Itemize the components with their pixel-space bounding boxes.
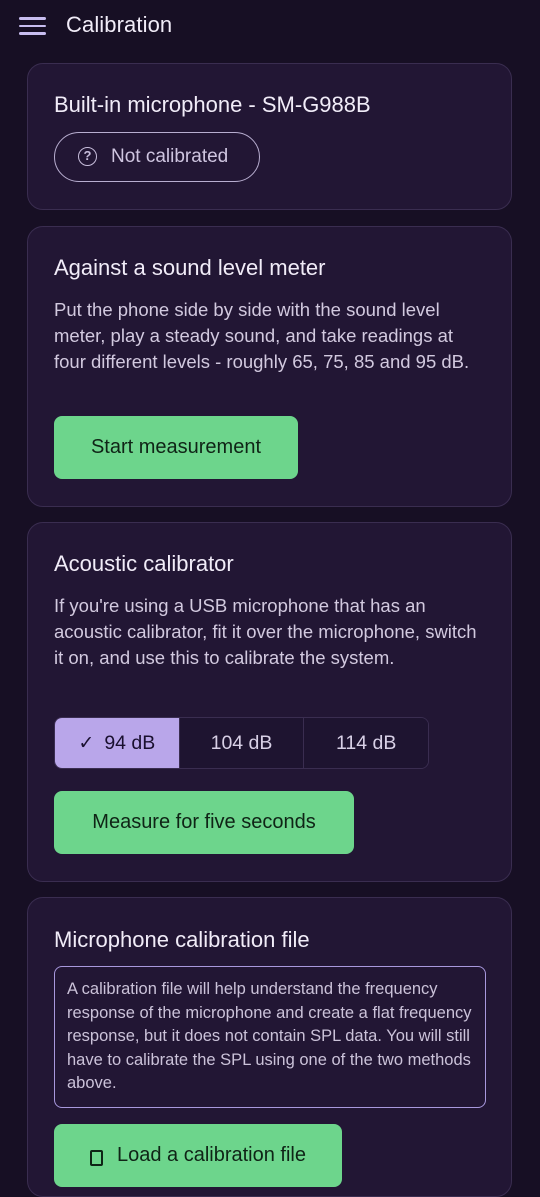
segment-94-db[interactable]: ✓ 94 dB (55, 718, 179, 768)
load-calibration-file-button[interactable]: Load a calibration file (54, 1124, 342, 1187)
hamburger-menu-icon[interactable] (19, 17, 46, 35)
calibration-file-title: Microphone calibration file (54, 927, 310, 952)
load-calibration-file-label: Load a calibration file (116, 1144, 306, 1166)
measure-five-seconds-button[interactable]: Measure for five seconds (54, 791, 354, 854)
acoustic-calibrator-card: Acoustic calibrator If you're using a US… (27, 522, 512, 882)
acoustic-title: Acoustic calibrator (54, 551, 234, 576)
segment-104-db[interactable]: 104 dB (178, 718, 304, 768)
sound-meter-description: Put the phone side by side with the soun… (54, 299, 470, 372)
page-title: Calibration (66, 12, 173, 37)
calibration-status-chip[interactable]: ? Not calibrated (54, 132, 260, 182)
segment-114-db[interactable]: 114 dB (303, 718, 428, 768)
question-circle-icon: ? (78, 147, 97, 166)
device-card: Built-in microphone - SM-G988B ? Not cal… (27, 63, 512, 210)
calibration-status-label: Not calibrated (111, 146, 229, 167)
sound-level-meter-card: Against a sound level meter Put the phon… (27, 226, 512, 507)
segment-label: 104 dB (210, 731, 273, 754)
calibration-file-card: Microphone calibration file A calibratio… (27, 897, 512, 1197)
acoustic-description: If you're using a USB microphone that ha… (54, 595, 477, 668)
file-upload-icon (89, 1149, 103, 1166)
calibration-file-info: A calibration file will help understand … (54, 966, 486, 1108)
start-measurement-button[interactable]: Start measurement (54, 416, 298, 479)
check-icon: ✓ (78, 732, 95, 754)
app-bar: Calibration (0, 0, 540, 52)
calibrator-level-selector: ✓ 94 dB 104 dB 114 dB (54, 717, 429, 769)
segment-label: 94 dB (104, 731, 156, 754)
segment-label: 114 dB (336, 731, 397, 754)
device-name: Built-in microphone - SM-G988B (54, 92, 371, 117)
sound-meter-title: Against a sound level meter (54, 255, 326, 280)
